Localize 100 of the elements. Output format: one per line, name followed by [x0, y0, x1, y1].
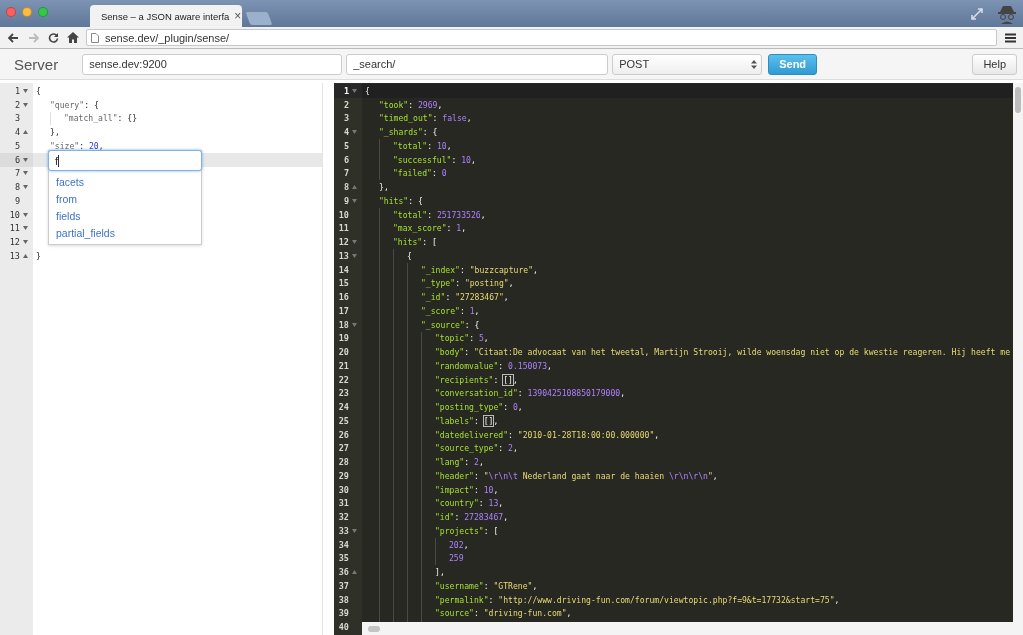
code-text: }	[36, 250, 41, 261]
fold-caret-icon[interactable]	[23, 130, 28, 135]
code-text: "source_type": 2,	[435, 443, 518, 454]
line-number: 17	[338, 305, 349, 316]
reload-button[interactable]	[46, 30, 60, 45]
fold-caret-icon[interactable]	[352, 185, 357, 190]
close-window-button[interactable]	[6, 6, 16, 17]
fold-caret-icon[interactable]	[23, 185, 28, 190]
fold-caret-icon[interactable]	[352, 130, 357, 135]
code-text: "successful": 10,	[393, 154, 476, 165]
line-number: 16	[338, 292, 349, 303]
browser-tab[interactable]: Sense – a JSON aware interfa ×	[90, 5, 242, 27]
horizontal-scrollbar[interactable]	[362, 622, 1023, 635]
line-number: 7	[14, 168, 20, 179]
line-number: 10	[9, 209, 20, 220]
incognito-figure-icon	[997, 3, 1017, 24]
tab-close-button[interactable]: ×	[234, 9, 242, 23]
minimize-window-button[interactable]	[22, 6, 32, 17]
up-down-caret-icon	[751, 59, 758, 69]
code-text: "conversation_id": 1390425108850179000,	[435, 388, 626, 399]
fold-caret-icon[interactable]	[23, 88, 28, 93]
line-number: 9	[14, 195, 20, 206]
code-text: "_type": "posting",	[421, 278, 514, 289]
resize-arrows-icon[interactable]	[971, 7, 983, 20]
new-tab-button[interactable]	[245, 12, 273, 25]
suggestion-item[interactable]: from	[49, 190, 201, 207]
server-field[interactable]: sense.dev:9200	[82, 53, 343, 75]
line-number: 34	[338, 539, 349, 550]
fold-caret-icon[interactable]	[352, 198, 357, 203]
line-number: 27	[338, 443, 349, 454]
fold-caret-icon[interactable]	[23, 253, 28, 258]
fold-caret-icon[interactable]	[352, 570, 357, 575]
line-number: 15	[338, 278, 349, 289]
code-text: "hits": [	[393, 237, 437, 248]
code-text: "topic": 5,	[435, 333, 489, 344]
line-number: 31	[338, 498, 349, 509]
fold-caret-icon[interactable]	[352, 322, 357, 327]
app-title: Server	[14, 55, 59, 73]
code-text: "lang": 2,	[435, 457, 484, 468]
line-number: 33	[338, 525, 349, 536]
suggestion-item[interactable]: partial_fields	[49, 224, 201, 241]
line-number: 4	[343, 127, 349, 138]
home-button[interactable]	[66, 30, 80, 45]
code-text: "body": "Citaat:De advocaat van het tweetal, Martijn Strooij, wilde woensdag niet op de kwestie reageren. Hij heeft me	[435, 347, 1010, 358]
line-number: 28	[338, 457, 349, 468]
code-text: {	[407, 250, 412, 261]
line-number: 24	[338, 402, 349, 413]
fold-caret-icon[interactable]	[352, 88, 357, 93]
code-text: "failed": 0	[393, 168, 447, 179]
code-text: "match_all": {}	[64, 113, 138, 124]
line-number: 4	[14, 127, 20, 138]
request-editor[interactable]: 1 2 3 4 5 6 7 8 9 10 11 12 13 { "query": { "match_all": {} }, "size": 20, } f facets from fields partial_fields	[0, 83, 323, 635]
fold-caret-icon[interactable]	[23, 157, 28, 162]
line-number: 29	[338, 470, 349, 481]
code-text: "posting_type": 0,	[435, 402, 523, 413]
fold-caret-icon[interactable]	[23, 171, 28, 176]
fold-caret-icon[interactable]	[23, 226, 28, 231]
code-text: "country": 13,	[435, 498, 504, 509]
code-text: "datedelivered": "2010-01-28T18:00:00.000000",	[435, 429, 660, 440]
fold-caret-icon[interactable]	[23, 102, 28, 107]
line-number: 32	[338, 512, 349, 523]
code-text: "timed_out": false,	[379, 113, 472, 124]
line-number: 2	[343, 99, 349, 110]
code-text: "took": 2969,	[379, 99, 443, 110]
code-text: "_shards": {	[379, 127, 438, 138]
zoom-window-button[interactable]	[38, 6, 48, 17]
fold-caret-icon[interactable]	[23, 240, 28, 245]
code-text: "recipients": [],	[435, 374, 518, 385]
fold-caret-icon[interactable]	[352, 240, 357, 245]
path-field[interactable]: _search/	[346, 53, 609, 75]
code-text: "id": 27283467,	[435, 512, 509, 523]
code-text: "max_score": 1,	[393, 223, 467, 234]
code-text: {	[365, 85, 370, 96]
address-field[interactable]: sense.dev/_plugin/sense/	[86, 29, 997, 46]
code-text: "username": "GTRene",	[435, 580, 538, 591]
code-text: },	[379, 182, 389, 193]
code-text: "header": "\r\n\t Nederland gaat naar de haaien \r\n\r\n",	[435, 470, 718, 481]
code-text: "total": 10,	[393, 140, 452, 151]
vertical-scrollbar[interactable]	[1013, 83, 1023, 622]
fold-caret-icon[interactable]	[23, 212, 28, 217]
line-number: 22	[338, 374, 349, 385]
code-text: "source": "driving-fun.com",	[435, 608, 572, 619]
autocomplete-field[interactable]: f	[48, 150, 202, 171]
line-number: 1	[14, 85, 20, 96]
method-select[interactable]: POST	[612, 53, 763, 75]
line-number: 39	[338, 608, 349, 619]
line-number: 14	[338, 264, 349, 275]
suggestion-item[interactable]: fields	[49, 207, 201, 224]
fold-caret-icon[interactable]	[352, 528, 357, 533]
back-button[interactable]	[6, 30, 20, 45]
line-number: 30	[338, 484, 349, 495]
tab-title: Sense – a JSON aware interfa	[101, 10, 230, 22]
line-number: 23	[338, 388, 349, 399]
suggestion-item[interactable]: facets	[49, 173, 201, 190]
help-button[interactable]: Help	[972, 53, 1017, 75]
code-text: "_score": 1,	[421, 305, 480, 316]
code-text: "size": 20,	[50, 140, 104, 151]
line-number: 13	[338, 250, 349, 261]
fold-caret-icon[interactable]	[352, 253, 357, 258]
code-text: "labels": [],	[435, 415, 499, 426]
